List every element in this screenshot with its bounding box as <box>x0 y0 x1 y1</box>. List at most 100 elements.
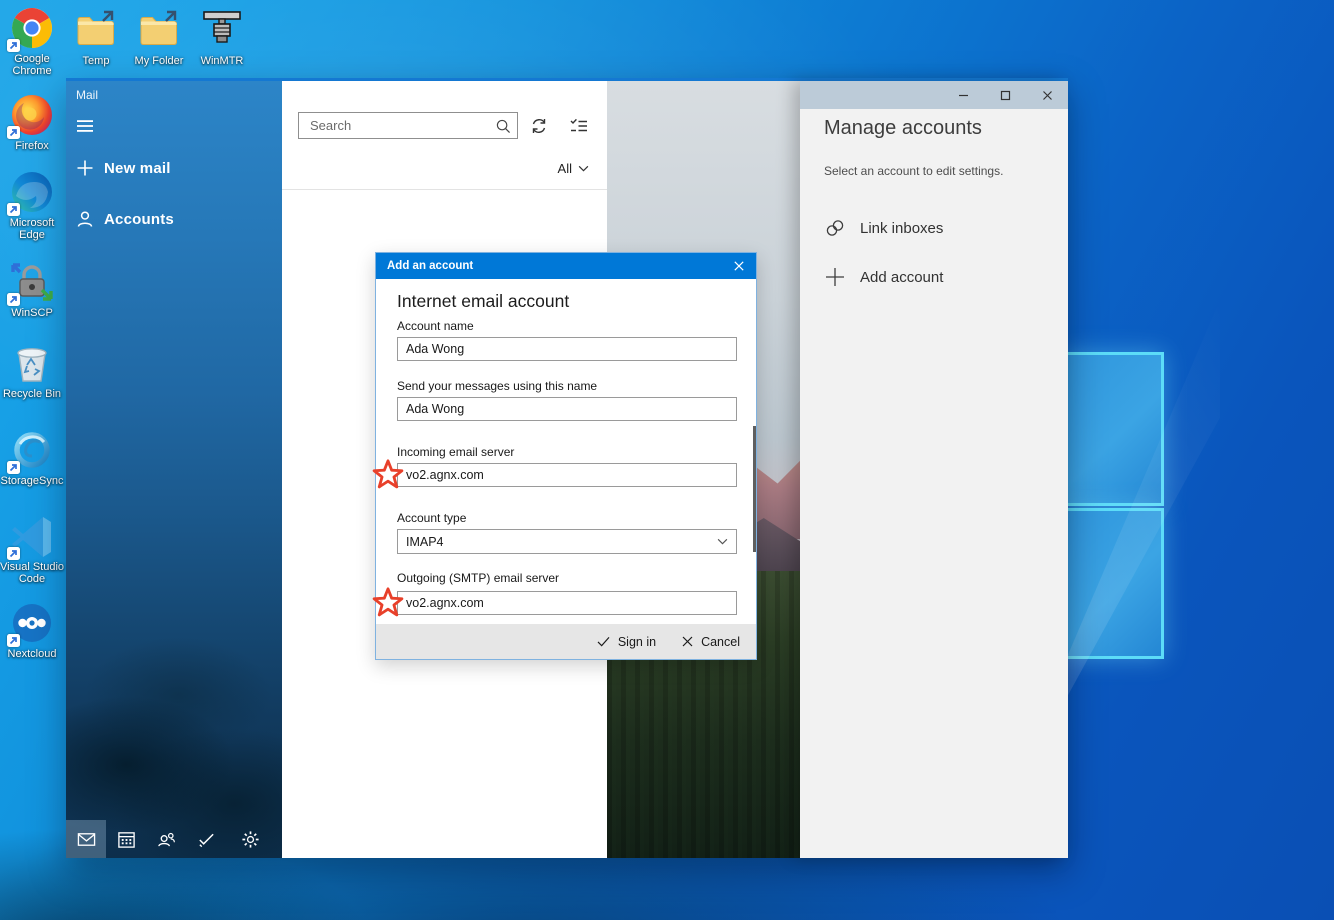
desktop-icon-label: Google Chrome <box>0 53 64 77</box>
desktop-icon-label: Nextcloud <box>0 648 64 660</box>
cancel-label: Cancel <box>701 635 740 649</box>
search-input[interactable] <box>308 117 489 134</box>
filter-dropdown[interactable]: All <box>558 161 589 176</box>
maximize-button[interactable] <box>984 81 1026 109</box>
chrome-icon <box>10 6 54 50</box>
storagesync-icon <box>10 428 54 472</box>
sidebar-item-accounts[interactable]: Accounts <box>66 202 282 236</box>
hamburger-menu-button[interactable] <box>66 111 282 141</box>
window-title: Mail <box>76 88 98 102</box>
search-icon[interactable] <box>489 118 517 134</box>
shortcut-arrow-icon <box>7 547 20 560</box>
nextcloud-icon <box>10 601 54 645</box>
chevron-down-icon <box>717 538 728 545</box>
desktop-icon-winmtr[interactable]: WinMTR <box>190 8 254 67</box>
window-caption-strip <box>800 81 1068 109</box>
sidebar-bottom-nav <box>66 820 282 858</box>
minimize-button[interactable] <box>942 81 984 109</box>
desktop-icon-label: StorageSync <box>0 475 64 487</box>
list-divider <box>282 189 607 190</box>
envelope-icon <box>77 830 96 849</box>
sign-in-label: Sign in <box>618 635 656 649</box>
check-icon <box>597 636 610 647</box>
desktop-icon-temp[interactable]: Temp <box>64 8 128 67</box>
account-type-dropdown[interactable]: IMAP4 <box>397 529 737 554</box>
calendar-icon <box>117 830 136 849</box>
field-label: Account name <box>397 319 474 333</box>
dialog-close-button[interactable] <box>722 253 756 279</box>
folder-icon <box>74 8 118 52</box>
add-account-dialog: Add an account Internet email account Ac… <box>375 252 757 660</box>
vscode-icon <box>10 514 54 558</box>
filter-label: All <box>558 161 572 176</box>
field-label: Outgoing (SMTP) email server <box>397 571 559 585</box>
add-account-label: Add account <box>860 269 943 286</box>
desktop-icon-visual-studio-code[interactable]: Visual Studio Code <box>0 514 64 585</box>
desktop-icon-google-chrome[interactable]: Google Chrome <box>0 6 64 77</box>
desktop-icon-label: WinMTR <box>190 55 254 67</box>
shortcut-arrow-icon <box>7 126 20 139</box>
sign-in-button[interactable]: Sign in <box>597 635 656 649</box>
shortcut-arrow-icon <box>7 39 20 52</box>
desktop-icon-firefox[interactable]: Firefox <box>0 93 64 152</box>
dialog-title-bar: Add an account <box>376 253 756 279</box>
sync-button[interactable] <box>529 116 549 136</box>
settings-pane-subtitle: Select an account to edit settings. <box>824 164 1003 178</box>
add-icon <box>824 266 846 288</box>
selection-mode-button[interactable] <box>569 116 589 136</box>
desktop-icon-recycle-bin[interactable]: Recycle Bin <box>0 341 64 400</box>
search-box <box>298 112 518 139</box>
desktop-icon-winscp[interactable]: WinSCP <box>0 260 64 319</box>
outgoing-server-field[interactable] <box>397 591 737 615</box>
shortcut-arrow-icon <box>7 203 20 216</box>
account-name-field[interactable] <box>397 337 737 361</box>
gear-icon <box>241 830 260 849</box>
cancel-button[interactable]: Cancel <box>682 635 740 649</box>
close-icon <box>734 261 744 271</box>
send-name-field[interactable] <box>397 397 737 421</box>
link-inboxes-icon <box>824 217 846 239</box>
close-button[interactable] <box>1026 81 1068 109</box>
desktop-icon-label: Firefox <box>0 140 64 152</box>
link-inboxes-item[interactable]: Link inboxes <box>824 217 943 239</box>
nav-calendar-button[interactable] <box>106 820 146 858</box>
nav-people-button[interactable] <box>146 820 186 858</box>
shortcut-arrow-icon <box>7 634 20 647</box>
firefox-icon <box>10 93 54 137</box>
field-label: Incoming email server <box>397 445 514 459</box>
select-list-icon <box>569 116 589 136</box>
desktop-icon-nextcloud[interactable]: Nextcloud <box>0 601 64 660</box>
link-inboxes-label: Link inboxes <box>860 220 943 237</box>
mail-sidebar: Mail New mail <box>66 81 282 858</box>
person-icon <box>76 210 94 228</box>
plus-icon <box>76 159 94 177</box>
chevron-down-icon <box>578 165 589 172</box>
desktop-icon-microsoft-edge[interactable]: Microsoft Edge <box>0 170 64 241</box>
nav-mail-button[interactable] <box>66 820 106 858</box>
field-label: Send your messages using this name <box>397 379 597 393</box>
desktop-icon-my-folder[interactable]: My Folder <box>127 8 191 67</box>
desktop-icon-label: Recycle Bin <box>0 388 64 400</box>
dialog-title: Add an account <box>387 260 473 272</box>
todo-check-icon <box>197 830 216 849</box>
desktop-icon-label: Microsoft Edge <box>0 217 64 241</box>
dialog-footer: Sign in Cancel <box>376 624 756 659</box>
desktop-icon-label: Temp <box>64 55 128 67</box>
hamburger-icon <box>76 117 94 135</box>
folder-icon <box>137 8 181 52</box>
desktop-icon-storagesync[interactable]: StorageSync <box>0 428 64 487</box>
sync-icon <box>529 116 549 136</box>
winmtr-icon <box>200 8 244 52</box>
annotation-star-incoming-server <box>371 458 405 492</box>
x-icon <box>682 636 693 647</box>
nav-todo-button[interactable] <box>186 820 226 858</box>
desktop-icon-label: Visual Studio Code <box>0 561 64 585</box>
dialog-scrollbar-thumb[interactable] <box>753 426 756 552</box>
dialog-heading: Internet email account <box>397 291 569 312</box>
shortcut-arrow-icon <box>7 461 20 474</box>
annotation-star-outgoing-server <box>371 586 405 620</box>
sidebar-item-new-mail[interactable]: New mail <box>66 151 282 185</box>
add-account-item[interactable]: Add account <box>824 266 943 288</box>
nav-settings-button[interactable] <box>230 820 270 858</box>
incoming-server-field[interactable] <box>397 463 737 487</box>
